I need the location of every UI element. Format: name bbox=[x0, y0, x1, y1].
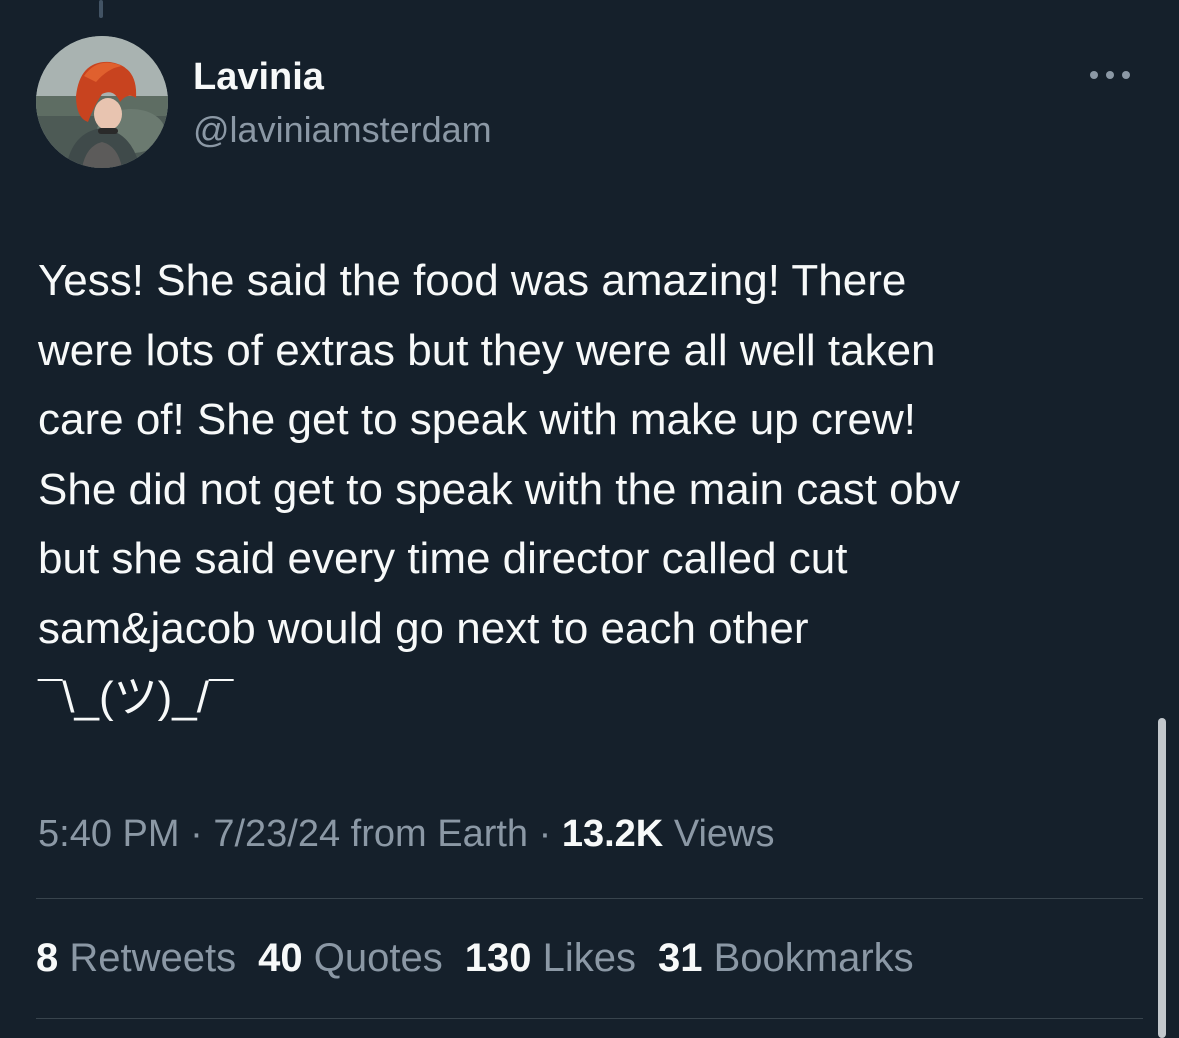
bookmarks-label: Bookmarks bbox=[713, 936, 914, 980]
tweet-text-line: Yess! She said the food was amazing! The… bbox=[38, 256, 907, 305]
tweet-text-line: care of! She get to speak with make up c… bbox=[38, 395, 917, 444]
retweets-stat[interactable]: 8 Retweets bbox=[36, 932, 236, 984]
tweet-text-line: She did not get to speak with the main c… bbox=[38, 464, 961, 514]
more-horizontal-icon bbox=[1090, 71, 1130, 79]
divider bbox=[36, 1018, 1143, 1019]
views-label: Views bbox=[673, 813, 775, 855]
engagement-stats: 8 Retweets 40 Quotes 130 Likes 31 Bookmarks bbox=[36, 932, 936, 984]
meta-separator: · bbox=[179, 813, 214, 855]
likes-label: Likes bbox=[542, 936, 636, 980]
likes-stat[interactable]: 130 Likes bbox=[465, 932, 636, 984]
tweet-text-line: were lots of extras but they were all we… bbox=[38, 325, 936, 375]
meta-separator: · bbox=[528, 813, 562, 855]
tweet-text: Yess! She said the food was amazing! The… bbox=[38, 246, 1138, 733]
tweet-detail-page: Lavinia @laviniamsterdam Yess! She said … bbox=[0, 0, 1179, 1038]
tweet-text-line: sam&jacob would go next to each other bbox=[38, 603, 809, 653]
bookmarks-count: 31 bbox=[657, 936, 703, 980]
quotes-count: 40 bbox=[258, 936, 303, 980]
thread-connector-line bbox=[99, 0, 103, 18]
more-options-button[interactable] bbox=[1082, 60, 1138, 90]
bookmarks-stat[interactable]: 31 Bookmarks bbox=[658, 932, 914, 984]
tweet-time[interactable]: 5:40 PM bbox=[38, 813, 180, 855]
retweets-label: Retweets bbox=[69, 936, 237, 980]
tweet-header: Lavinia @laviniamsterdam bbox=[36, 36, 1146, 176]
retweets-count: 8 bbox=[36, 936, 59, 980]
tweet-text-line: ¯\_(ツ)_/¯ bbox=[38, 673, 234, 722]
likes-count: 130 bbox=[464, 936, 532, 980]
tweet-text-line: but she said every time director called … bbox=[38, 534, 848, 583]
author-names: Lavinia @laviniamsterdam bbox=[193, 54, 492, 152]
avatar[interactable] bbox=[36, 36, 168, 168]
author-display-name[interactable]: Lavinia bbox=[193, 54, 492, 100]
tweet-date[interactable]: 7/23/24 bbox=[213, 813, 340, 855]
divider bbox=[36, 898, 1143, 899]
author-handle[interactable]: @laviniamsterdam bbox=[193, 108, 492, 152]
quotes-stat[interactable]: 40 Quotes bbox=[258, 932, 443, 984]
scrollbar[interactable] bbox=[1158, 718, 1166, 1038]
quotes-label: Quotes bbox=[313, 936, 443, 980]
tweet-source: from Earth bbox=[350, 813, 529, 855]
tweet-meta: 5:40 PM · 7/23/24 from Earth · 13.2K Vie… bbox=[38, 810, 775, 858]
views-count: 13.2K bbox=[561, 813, 664, 855]
avatar-photo bbox=[36, 36, 168, 168]
